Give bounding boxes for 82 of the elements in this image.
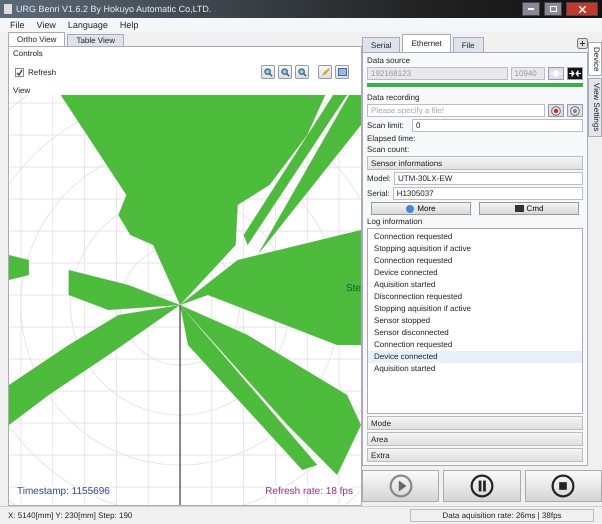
play-icon (388, 474, 413, 498)
data-source-label: Data source (367, 56, 412, 65)
refresh-checkbox[interactable] (15, 68, 24, 76)
elapsed-time-label: Elapsed time: (367, 134, 416, 143)
zoom-in-button[interactable] (261, 65, 275, 79)
stop-icon (551, 474, 576, 498)
menu-item[interactable]: Language (68, 20, 108, 30)
window-icon (338, 68, 346, 76)
connection-tab[interactable]: File (452, 37, 484, 52)
pen-icon (320, 68, 330, 76)
scan-limit-field[interactable]: 0 (412, 119, 583, 132)
data-recording-label: Data recording (367, 93, 420, 102)
refresh-rate: Refresh rate: 18 fps (265, 486, 353, 497)
zoom-out-button[interactable] (278, 65, 292, 79)
minimize-button[interactable] (522, 2, 540, 16)
menu-item[interactable]: Help (120, 20, 138, 30)
close-icon (578, 6, 586, 12)
menu-item[interactable]: File (10, 20, 25, 30)
pause-icon (470, 474, 494, 498)
zoom-fit-button[interactable] (295, 65, 309, 79)
window-title: URG Benri V1.6.2 By Hokuyo Automatic Co,LTD. (16, 4, 212, 14)
log-entry[interactable]: Aquisition started (368, 363, 582, 375)
connection-tab[interactable]: Ethernet (402, 34, 451, 52)
window-button[interactable] (335, 65, 349, 79)
connect-button[interactable] (567, 67, 583, 80)
log-entry[interactable]: Aquisition started (368, 279, 582, 291)
section-header[interactable]: Extra (367, 448, 583, 462)
minimize-icon (528, 8, 534, 10)
acquisition-rate: Data aquisition rate: 26ms | 38fps (410, 509, 594, 522)
log-entry[interactable]: Connection requested (368, 231, 582, 243)
log-entry[interactable]: Stopping aquisition if active (368, 303, 582, 315)
scan-count-label: Scan count: (367, 145, 410, 154)
view-label: View (13, 86, 32, 95)
maximize-icon (550, 6, 556, 12)
log-entry[interactable]: Sensor disconnected (368, 327, 582, 339)
connection-tab[interactable]: Serial (362, 37, 400, 52)
overlay-text: Ste (346, 283, 361, 294)
log-entry[interactable]: Connection requested (368, 339, 582, 351)
model-label: Model: (367, 174, 392, 183)
plug-icon (569, 70, 581, 77)
plug-icon (550, 70, 562, 77)
timestamp: Timestamp: 1155696 (17, 486, 110, 497)
maximize-button[interactable] (544, 2, 562, 16)
refresh-label: Refresh (28, 68, 56, 76)
section-header[interactable]: Area (367, 432, 583, 446)
log-entry[interactable]: Stopping aquisition if active (368, 243, 582, 255)
view-tab[interactable]: Table View (67, 34, 124, 46)
cmd-button[interactable]: Cmd (479, 202, 579, 215)
close-button[interactable] (566, 2, 598, 16)
scan-limit-label: Scan limit: (367, 121, 405, 130)
controls-label: Controls (13, 49, 44, 58)
pause-button[interactable] (443, 470, 521, 502)
record-button[interactable] (548, 104, 564, 117)
zoom-icon (280, 68, 290, 76)
stop-record-button[interactable] (567, 104, 583, 117)
log-entry[interactable]: Connection requested (368, 255, 582, 267)
serial-label: Serial: (367, 189, 390, 198)
zoom-icon (264, 68, 272, 76)
side-tab[interactable]: View Settings (588, 78, 602, 137)
log-entry[interactable]: Device connected (368, 267, 582, 279)
log-entry[interactable]: Sensor stopped (368, 315, 582, 327)
model-field: UTM-30LX-EW (394, 172, 583, 185)
menu-item[interactable]: View (36, 20, 56, 30)
side-tab[interactable]: Device (588, 42, 602, 76)
position-readout: X: 5140[mm] Y: 230[mm] Step: 190 (8, 511, 132, 520)
record-icon (551, 106, 561, 116)
app-icon (4, 4, 12, 14)
stop-record-icon (570, 106, 580, 116)
pen-button[interactable] (318, 65, 332, 79)
more-button[interactable]: More (371, 202, 471, 215)
info-icon (406, 204, 414, 212)
log-entry[interactable]: Device connected (368, 351, 582, 363)
log-entry[interactable]: Disconnection requested (368, 291, 582, 303)
add-icon[interactable] (577, 38, 588, 49)
terminal-icon (514, 205, 524, 212)
zoom-icon (298, 68, 306, 76)
stop-button[interactable] (524, 470, 602, 502)
view-tab[interactable]: Ortho View (8, 32, 66, 46)
log-label: Log information (367, 217, 424, 226)
serial-field: H1305037 (392, 187, 583, 200)
section-header[interactable]: Mode (367, 416, 583, 430)
section-header[interactable]: Sensor informations (367, 156, 583, 170)
